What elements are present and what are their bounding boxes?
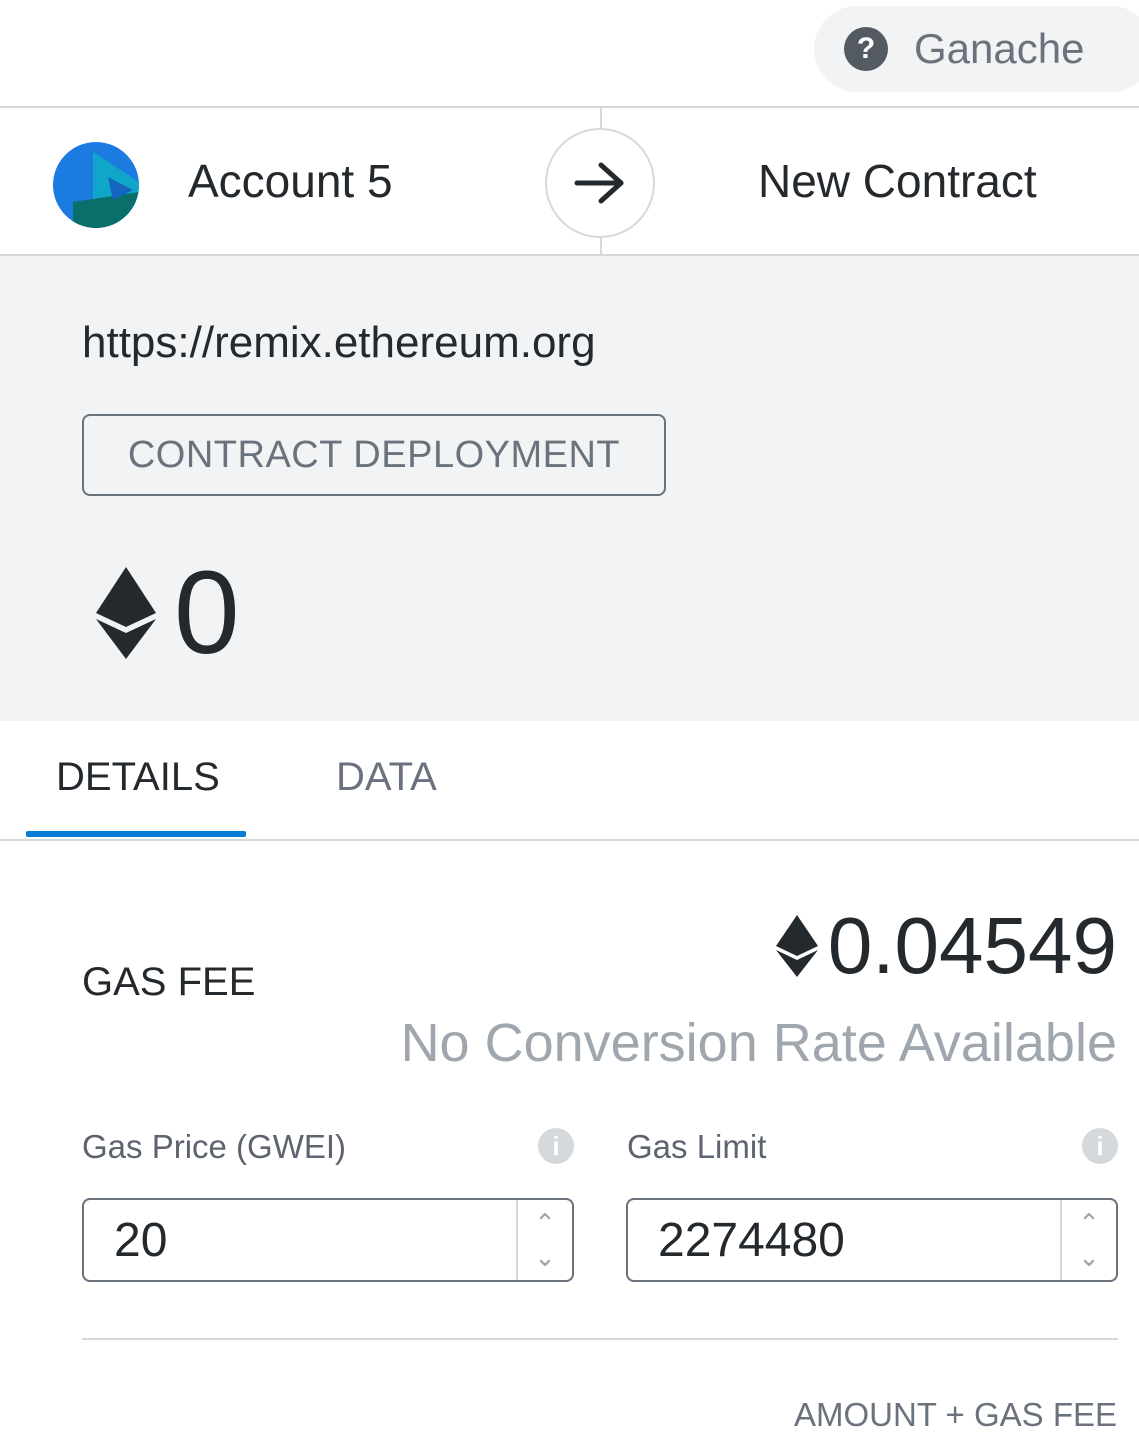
conversion-rate-text: No Conversion Rate Available [400, 1013, 1117, 1073]
eth-icon [775, 915, 818, 977]
gas-fee-label: GAS FEE [82, 960, 256, 1004]
confirm-transaction-page: ? Ganache Account 5 New Contract https:/… [0, 0, 1139, 1437]
info-icon[interactable]: i [538, 1128, 574, 1164]
detail-tabs: DETAILS DATA [0, 721, 1139, 841]
recipient-name: New Contract [758, 155, 1037, 207]
gas-limit-stepper[interactable]: ⌃ ⌄ [1060, 1200, 1116, 1280]
transaction-summary: https://remix.ethereum.org CONTRACT DEPL… [0, 256, 1139, 721]
network-selector[interactable]: ? Ganache [814, 6, 1139, 92]
arrow-right-icon [545, 128, 655, 238]
info-icon[interactable]: i [1082, 1128, 1118, 1164]
action-badge: CONTRACT DEPLOYMENT [82, 414, 666, 496]
chevron-down-icon[interactable]: ⌄ [1078, 1240, 1100, 1274]
gas-limit-label: Gas Limit [627, 1128, 767, 1165]
chevron-up-icon[interactable]: ⌃ [534, 1206, 556, 1240]
transaction-amount: 0 [96, 554, 240, 672]
eth-icon [96, 567, 156, 659]
account-avatar [53, 142, 139, 228]
tab-details[interactable]: DETAILS [56, 755, 220, 800]
gas-fee-amount: 0.04549 [775, 901, 1117, 990]
tab-data[interactable]: DATA [336, 755, 437, 800]
gas-price-input[interactable]: 20 ⌃ ⌄ [82, 1198, 574, 1282]
gas-price-stepper[interactable]: ⌃ ⌄ [516, 1200, 572, 1280]
gas-fee-value: 0.04549 [827, 901, 1117, 990]
amount-value: 0 [174, 547, 240, 679]
origin-url: https://remix.ethereum.org [82, 318, 596, 367]
sender-account-name: Account 5 [188, 155, 393, 207]
question-icon: ? [844, 27, 888, 71]
gas-price-value[interactable]: 20 [84, 1213, 516, 1268]
section-divider [82, 1338, 1118, 1340]
active-tab-indicator [26, 831, 246, 837]
chevron-down-icon[interactable]: ⌄ [534, 1240, 556, 1274]
gas-price-label: Gas Price (GWEI) [82, 1128, 347, 1165]
total-label: AMOUNT + GAS FEE [793, 1396, 1117, 1433]
sender-recipient-row: Account 5 New Contract [0, 106, 1139, 256]
network-name: Ganache [914, 25, 1085, 72]
gas-limit-value[interactable]: 2274480 [628, 1213, 1060, 1268]
gas-limit-input[interactable]: 2274480 ⌃ ⌄ [626, 1198, 1118, 1282]
chevron-up-icon[interactable]: ⌃ [1078, 1206, 1100, 1240]
